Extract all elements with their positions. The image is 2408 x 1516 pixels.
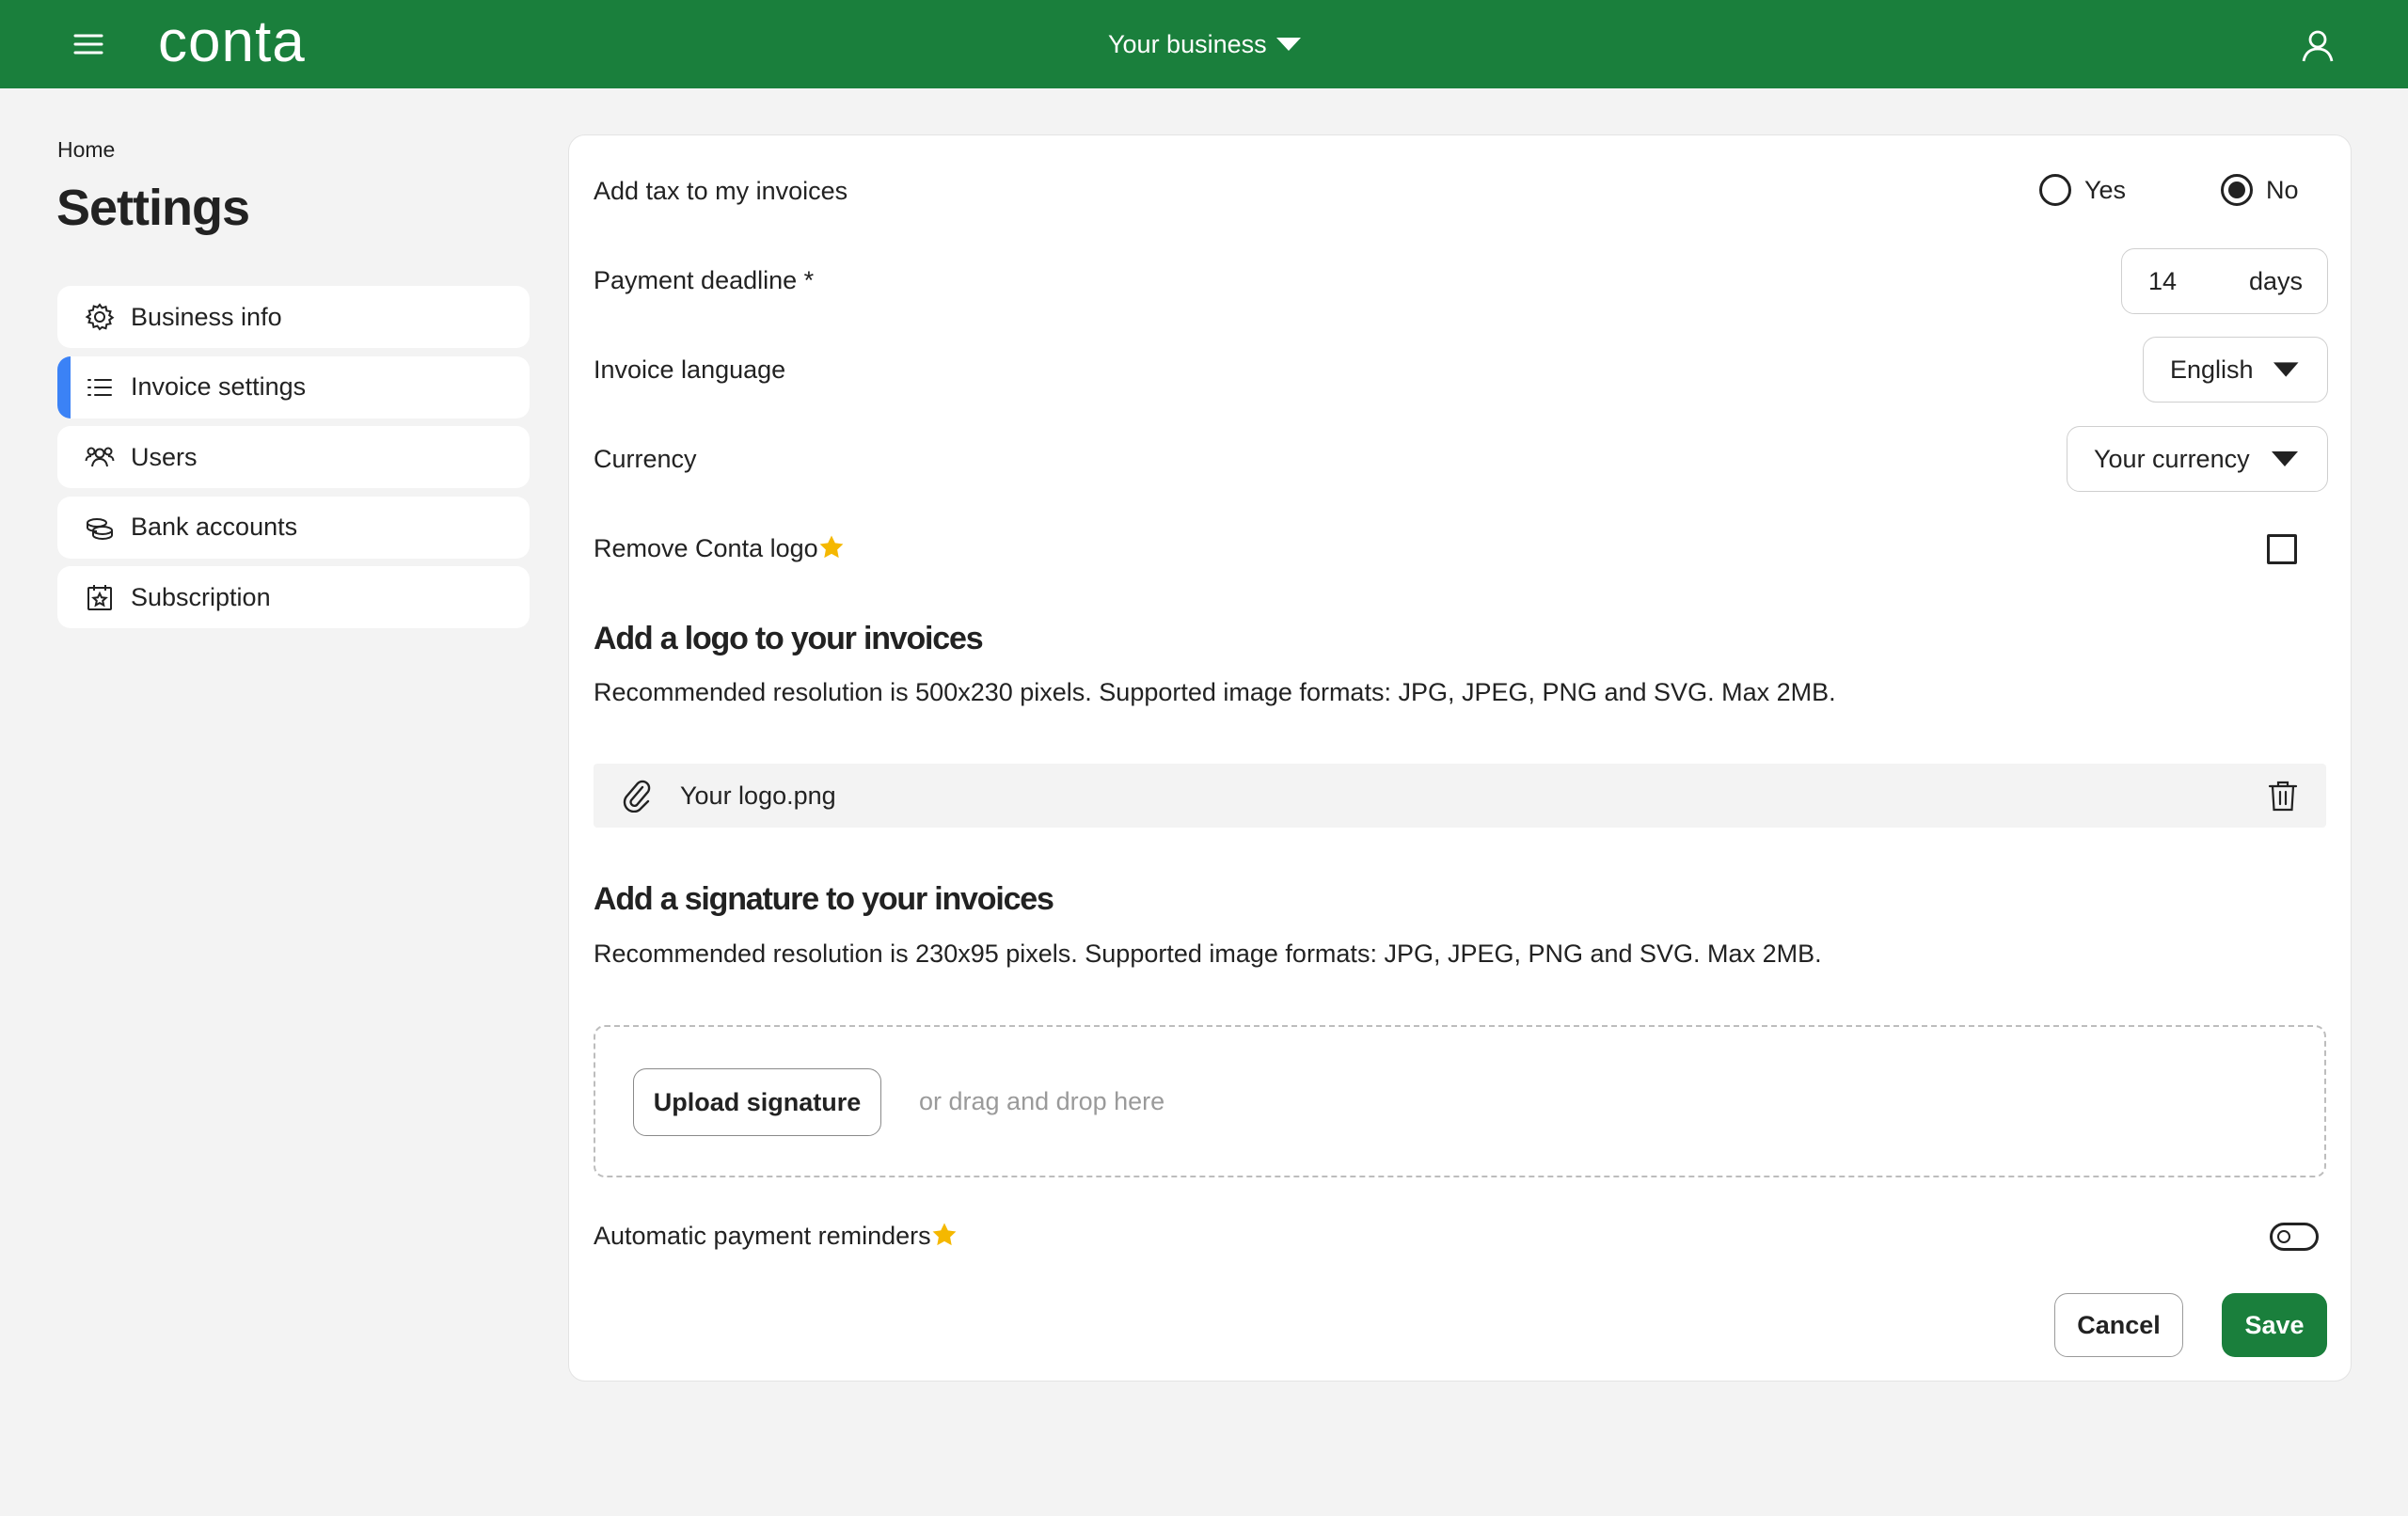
- payment-deadline-unit: days: [2248, 266, 2303, 295]
- remove-logo-label: Remove Conta logo: [594, 534, 818, 562]
- logo-section-description: Recommended resolution is 500x230 pixels…: [594, 678, 1836, 706]
- invoice-settings-card: Add tax to my invoices Yes No Payment de…: [568, 134, 2352, 1382]
- upload-signature-button[interactable]: Upload signature: [633, 1068, 881, 1136]
- invoice-language-select[interactable]: English: [2143, 337, 2328, 403]
- logo-section-title: Add a logo to your invoices: [594, 621, 984, 656]
- trash-icon[interactable]: [2266, 779, 2300, 813]
- tax-yes-radio[interactable]: Yes: [2039, 174, 2126, 206]
- premium-star-icon: [932, 1223, 957, 1246]
- invoice-language-value: English: [2170, 355, 2254, 384]
- reminders-toggle[interactable]: [2270, 1223, 2319, 1251]
- remove-logo-checkbox[interactable]: [2267, 534, 2297, 564]
- sidebar-item-business-info[interactable]: Business info: [57, 286, 530, 348]
- business-switcher-label: Your business: [1108, 29, 1267, 58]
- list-icon: [84, 371, 116, 403]
- tax-no-radio[interactable]: No: [2221, 174, 2299, 206]
- radio-circle-yes[interactable]: [2039, 174, 2071, 206]
- sidebar-item-label: Subscription: [131, 582, 271, 611]
- sidebar-item-subscription[interactable]: Subscription: [57, 566, 530, 628]
- currency-value: Your currency: [2094, 444, 2250, 473]
- sidebar-item-label: Users: [131, 442, 198, 471]
- conta-logo[interactable]: conta: [158, 9, 306, 75]
- currency-label: Currency: [594, 445, 697, 473]
- sidebar-item-label: Invoice settings: [131, 372, 307, 401]
- chevron-down-icon: [2272, 451, 2298, 466]
- remove-logo-row: Remove Conta logo: [594, 534, 845, 563]
- top-bar: conta Your business: [0, 0, 2408, 88]
- cancel-button[interactable]: Cancel: [2054, 1293, 2183, 1357]
- drag-drop-hint: or drag and drop here: [919, 1087, 1165, 1115]
- radio-circle-no[interactable]: [2221, 174, 2253, 206]
- payment-deadline-input[interactable]: [2148, 266, 2205, 296]
- currency-select[interactable]: Your currency: [2067, 426, 2328, 492]
- toggle-knob: [2277, 1230, 2290, 1243]
- uploaded-logo-file: Your logo.png: [594, 764, 2326, 828]
- save-button[interactable]: Save: [2222, 1293, 2327, 1357]
- payment-deadline-label: Payment deadline *: [594, 266, 815, 294]
- sidebar-item-invoice-settings[interactable]: Invoice settings: [57, 355, 530, 418]
- payment-deadline-field: days: [2121, 248, 2328, 314]
- chevron-down-icon: [2273, 362, 2299, 377]
- tax-label: Add tax to my invoices: [594, 177, 848, 205]
- invoice-language-label: Invoice language: [594, 355, 786, 384]
- sidebar-item-label: Business info: [131, 302, 282, 331]
- gear-icon: [84, 301, 116, 333]
- users-icon: [84, 441, 116, 473]
- caret-down-icon: [1275, 38, 1301, 51]
- signature-dropzone[interactable]: Upload signature or drag and drop here: [594, 1025, 2326, 1177]
- sidebar-item-bank-accounts[interactable]: Bank accounts: [57, 496, 530, 559]
- business-switcher[interactable]: Your business: [1108, 24, 1303, 64]
- page-title: Settings: [56, 180, 250, 236]
- tax-yes-label: Yes: [2084, 175, 2127, 204]
- reminders-label: Automatic payment reminders: [594, 1222, 931, 1250]
- logo-file-name: Your logo.png: [680, 781, 836, 810]
- coins-icon: [84, 512, 116, 544]
- user-icon[interactable]: [2299, 26, 2337, 64]
- sidebar-item-label: Bank accounts: [131, 513, 298, 541]
- premium-star-icon: [819, 535, 844, 559]
- sidebar-item-users[interactable]: Users: [57, 426, 530, 488]
- settings-nav: Business info Invoice settings Users Ban…: [57, 286, 530, 637]
- reminders-row: Automatic payment reminders: [594, 1222, 958, 1251]
- paperclip-icon: [623, 780, 651, 813]
- tax-no-label: No: [2266, 175, 2299, 204]
- hamburger-menu-icon[interactable]: [70, 27, 107, 61]
- calendar-star-icon: [84, 581, 116, 613]
- signature-section-title: Add a signature to your invoices: [594, 881, 1054, 917]
- signature-section-description: Recommended resolution is 230x95 pixels.…: [594, 940, 1822, 968]
- breadcrumb[interactable]: Home: [57, 137, 115, 163]
